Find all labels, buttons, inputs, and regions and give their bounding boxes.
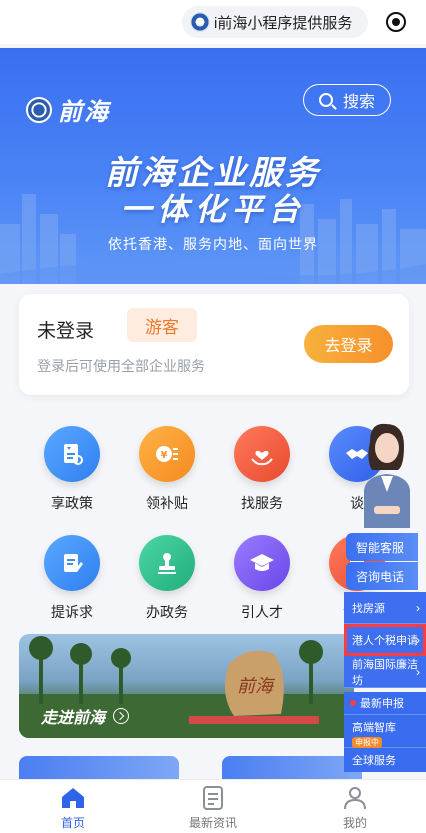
side-link-integrity[interactable]: 前海国际廉洁坊 bbox=[344, 656, 426, 688]
bottom-tab-bar: 首页 最新资讯 我的 bbox=[0, 779, 426, 833]
home-icon bbox=[62, 788, 84, 808]
tab-label: 我的 bbox=[342, 816, 367, 830]
hotline-button[interactable]: 咨询电话 bbox=[346, 562, 418, 590]
virtual-assistant-avatar[interactable] bbox=[350, 420, 420, 528]
service-provider-pill[interactable]: i前海小程序提供服务 bbox=[182, 6, 368, 38]
service-item-policy[interactable]: 享政策 bbox=[32, 426, 112, 513]
service-label: 领补贴 bbox=[146, 495, 188, 511]
stamp-icon bbox=[139, 535, 195, 591]
service-item-talent[interactable]: 引人才 bbox=[222, 535, 302, 622]
search-label: 搜索 bbox=[342, 94, 375, 111]
login-hint: 登录后可使用全部企业服务 bbox=[37, 358, 205, 374]
side-link-hk-tax[interactable]: 港人个税申请 bbox=[344, 624, 426, 656]
side-link-label: 前海国际廉洁坊 bbox=[352, 658, 418, 687]
service-provider-text: i前海小程序提供服务 bbox=[214, 14, 353, 32]
service-label: 办政务 bbox=[146, 604, 188, 620]
banner-title-line2: 一体化平台 bbox=[120, 192, 306, 227]
request-edit-icon bbox=[44, 535, 100, 591]
service-item-request[interactable]: 提诉求 bbox=[32, 535, 112, 622]
promo-banner[interactable]: 前海 走进前海 bbox=[19, 634, 354, 738]
service-label: 提诉求 bbox=[51, 604, 93, 620]
promo-label: 走进前海 bbox=[41, 704, 130, 728]
login-status: 未登录 bbox=[37, 321, 95, 342]
tab-home[interactable]: 首页 bbox=[28, 786, 118, 831]
mini-program-bar: i前海小程序提供服务 bbox=[0, 0, 426, 44]
side-link-label: 港人个税申请 bbox=[352, 634, 418, 647]
login-button[interactable]: 去登录 bbox=[304, 325, 393, 363]
news-header-label: 最新申报 bbox=[360, 698, 404, 710]
policy-doc-icon bbox=[44, 426, 100, 482]
subsidy-coin-icon: ¥ bbox=[139, 426, 195, 482]
guest-badge: 游客 bbox=[127, 308, 197, 342]
promo-title: 走进前海 bbox=[41, 710, 106, 727]
banner-tagline: 依托香港、服务内地、面向世界 bbox=[108, 236, 318, 252]
side-news-panel: 最新申报 高端智库 申报中 全球服务 bbox=[344, 692, 426, 772]
login-card: 未登录 游客 登录后可使用全部企业服务 去登录 bbox=[19, 294, 409, 395]
service-item-find-service[interactable]: 找服务 bbox=[222, 426, 302, 513]
side-quick-links: 找房源 港人个税申请 前海国际廉洁坊 bbox=[344, 592, 426, 688]
brand-name: 前海 bbox=[58, 97, 110, 126]
tab-profile[interactable]: 我的 bbox=[310, 786, 400, 831]
service-label: 享政策 bbox=[51, 495, 93, 511]
side-button-label: 智能客服 bbox=[356, 540, 405, 555]
svg-text:前海: 前海 bbox=[237, 676, 276, 697]
news-status-badge: 申报中 bbox=[352, 737, 382, 748]
smart-service-button[interactable]: 智能客服 bbox=[346, 533, 418, 561]
graduation-cap-icon bbox=[234, 535, 290, 591]
search-icon bbox=[318, 93, 333, 107]
tab-label: 最新资讯 bbox=[188, 816, 237, 830]
service-item-subsidy[interactable]: ¥ 领补贴 bbox=[127, 426, 207, 513]
qianhai-emblem-icon bbox=[26, 96, 52, 123]
i-qianhai-logo-icon bbox=[190, 12, 210, 32]
news-doc-icon bbox=[203, 786, 223, 810]
bell-icon bbox=[350, 700, 356, 706]
brand-logo: 前海 bbox=[26, 92, 110, 127]
news-item-title: 高端智库 bbox=[352, 722, 396, 734]
user-icon bbox=[344, 787, 366, 810]
service-hand-heart-icon bbox=[234, 426, 290, 482]
service-item-government[interactable]: 办政务 bbox=[127, 535, 207, 622]
news-header: 最新申报 bbox=[344, 692, 426, 714]
svg-text:¥: ¥ bbox=[161, 450, 168, 461]
news-item[interactable]: 高端智库 申报中 bbox=[344, 714, 426, 748]
service-label: 引人才 bbox=[241, 604, 283, 620]
side-link-label: 找房源 bbox=[352, 602, 385, 615]
hero-banner: 前海 搜索 前海企业服务 一体化平台 依托香港、服务内地、面向世界 bbox=[0, 48, 426, 284]
side-button-label: 咨询电话 bbox=[356, 569, 405, 584]
service-label: 找服务 bbox=[241, 495, 283, 511]
news-footer-link[interactable]: 全球服务 bbox=[344, 748, 426, 772]
arrow-right-circle-icon bbox=[113, 708, 130, 724]
tab-label: 首页 bbox=[60, 816, 85, 830]
news-footer-label: 全球服务 bbox=[352, 755, 396, 767]
search-button[interactable]: 搜索 bbox=[303, 84, 391, 116]
tab-news[interactable]: 最新资讯 bbox=[168, 786, 258, 831]
close-target-icon[interactable] bbox=[386, 12, 406, 32]
side-link-housing[interactable]: 找房源 bbox=[344, 592, 426, 624]
